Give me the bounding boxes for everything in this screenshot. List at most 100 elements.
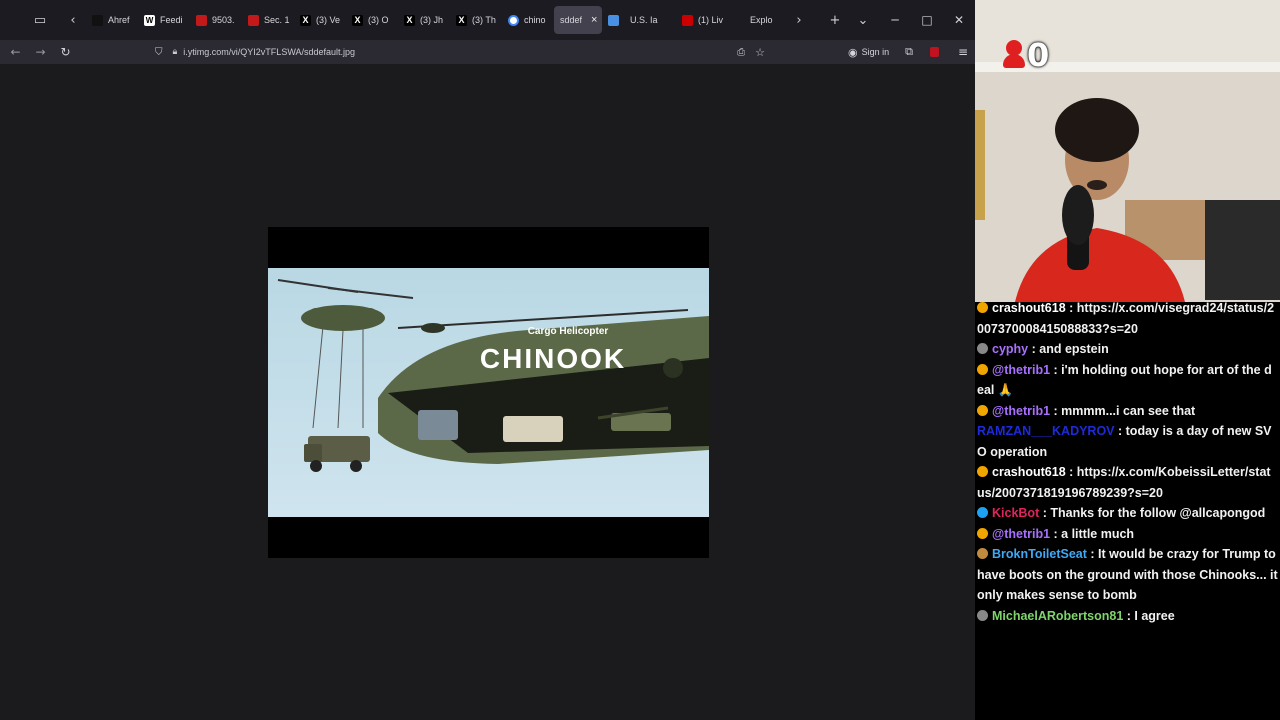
chat-message: @thetrib1 : i'm holding out hope for art…	[977, 360, 1278, 401]
new-tab-button[interactable]: +	[822, 7, 848, 33]
chat-message: crashout618 : https://x.com/KobeissiLett…	[977, 462, 1278, 503]
tab-label: 9503.	[212, 15, 235, 25]
tab-strip: Ahref W Feedi 9503. Sec. 1 X (3) Ve X (3) O X (3) …	[86, 6, 786, 34]
chat-message: MichaelARobertson81 : I agree	[977, 606, 1278, 627]
chat-message: RAMZAN___KADYROV : today is a day of new…	[977, 421, 1278, 462]
tab-label: sddef	[560, 15, 583, 25]
stream-overlay: 0 crashout618 : https://x.com/visegrad24…	[975, 0, 1280, 720]
chat-badge-icon	[977, 507, 988, 518]
chat-separator: :	[1050, 526, 1062, 541]
browser-window: ▭ ‹ Ahref W Feedi 9503. Sec. 1 X (3) Ve X (3) OX…	[0, 0, 975, 720]
chat-username[interactable]: MichaelARobertson81	[992, 609, 1123, 623]
chat-username[interactable]: @thetrib1	[992, 404, 1050, 418]
x-icon: X	[404, 14, 415, 26]
minimize-button[interactable]: ─	[879, 13, 911, 27]
list-tabs-icon[interactable]: ⌄	[850, 7, 876, 33]
blue-square-icon	[608, 14, 619, 26]
chat-badge-icon	[977, 527, 988, 539]
tab-overview-icon[interactable]: ▭	[20, 7, 60, 33]
chat-message: @thetrib1 : mmmm...i can see that	[977, 401, 1278, 422]
close-tab-icon[interactable]: ×	[591, 14, 597, 26]
tab-label: Ahref	[108, 15, 130, 25]
chinook-thumbnail-image[interactable]: Cargo Helicopter CHINOOK	[268, 268, 709, 517]
lock-icon[interactable]: 🔒︎	[173, 47, 178, 57]
browser-tab[interactable]: Sec. 1	[242, 6, 294, 34]
url-bar[interactable]: ⛉ 🔒︎ i.ytimg.com/vi/QYI2vTFLSWA/sddefaul…	[155, 43, 765, 61]
chat-panel: crashout618 : https://x.com/visegrad24/s…	[975, 298, 1280, 720]
ublock-icon[interactable]	[930, 47, 939, 57]
viewer-counter: 0	[1003, 36, 1049, 74]
chat-username[interactable]: crashout618	[992, 465, 1066, 479]
chat-separator: :	[1086, 547, 1099, 561]
cnn-icon	[682, 14, 693, 26]
tab-label: (3) O	[368, 15, 389, 25]
chat-separator: :	[1039, 506, 1051, 520]
image-title: CHINOOK	[480, 343, 626, 374]
chat-badge-icon	[977, 302, 988, 313]
maximize-button[interactable]: □	[911, 13, 943, 27]
chat-username[interactable]: @thetrib1	[992, 527, 1050, 541]
tab-bar: ▭ ‹ Ahref W Feedi 9503. Sec. 1 X (3) Ve X (3) OX…	[0, 0, 975, 40]
tab-label: (3) Jh	[420, 15, 444, 25]
bookmark-star-icon[interactable]: ☆	[755, 46, 765, 59]
browser-tab[interactable]: X (3) Jh	[398, 6, 450, 34]
chat-separator: :	[1114, 424, 1126, 438]
google-icon	[508, 14, 519, 26]
browser-tab[interactable]	[602, 6, 624, 34]
back-icon[interactable]: ←	[3, 45, 28, 59]
chat-text: and epstein	[1039, 342, 1109, 356]
url-text[interactable]: i.ytimg.com/vi/QYI2vTFLSWA/sddefault.jpg	[183, 47, 355, 57]
browser-tab[interactable]: 9503.	[190, 6, 242, 34]
sign-in-label: Sign in	[861, 47, 890, 57]
chat-message: cyphy : and epstein	[977, 339, 1278, 360]
x-icon: X	[352, 14, 363, 26]
scroll-tabs-left-icon[interactable]: ‹	[60, 7, 86, 33]
chat-separator: :	[1065, 465, 1077, 479]
browser-tab[interactable]: Explo	[728, 6, 780, 34]
tab-label: Explo	[750, 15, 773, 25]
browser-tab[interactable]: X (3) Th	[450, 6, 502, 34]
chat-badge-icon	[977, 404, 988, 416]
reload-icon[interactable]: ↻	[53, 45, 78, 59]
viewer-count: 0	[1027, 36, 1050, 74]
tab-label: (1) Liv	[698, 15, 724, 25]
viewer-icon	[1003, 40, 1025, 70]
chat-badge-icon	[977, 343, 988, 354]
account-icon: ◉	[848, 45, 858, 59]
tab-label: Sec. 1	[264, 15, 290, 25]
red-page-icon	[248, 14, 259, 26]
chat-separator: :	[1123, 608, 1135, 623]
tab-label: (3) Th	[472, 15, 496, 25]
forward-icon[interactable]: →	[28, 45, 53, 59]
tiktok-icon	[92, 14, 103, 26]
browser-tab[interactable]: Ahref	[86, 6, 138, 34]
browser-tab[interactable]: sddef ×	[554, 6, 602, 34]
chat-text: I agree	[1134, 608, 1175, 623]
browser-tab[interactable]: W Feedi	[138, 6, 190, 34]
chat-separator: :	[1028, 342, 1040, 356]
scroll-tabs-right-icon[interactable]: ›	[786, 7, 812, 33]
chat-badge-icon	[977, 609, 988, 621]
extensions-icon[interactable]: ⧉	[905, 45, 913, 59]
close-window-button[interactable]: ✕	[943, 13, 975, 27]
page-content: Cargo Helicopter CHINOOK	[0, 64, 975, 720]
tab-label: (3) Ve	[316, 15, 341, 25]
browser-tab[interactable]: U.S. Ia	[624, 6, 676, 34]
sign-in-button[interactable]: ◉ Sign in ⧉ ≡	[848, 42, 968, 62]
chat-separator: :	[1050, 362, 1062, 377]
browser-tab[interactable]: chino	[502, 6, 554, 34]
chat-username[interactable]: @thetrib1	[992, 363, 1050, 377]
browser-tab[interactable]: (1) Liv	[676, 6, 728, 34]
menu-icon[interactable]: ≡	[958, 45, 968, 59]
screenshot-icon[interactable]: ⎙	[737, 47, 745, 58]
chat-username[interactable]: BroknToiletSeat	[992, 547, 1087, 561]
browser-tab[interactable]: X (3) Ve	[294, 6, 346, 34]
tracking-shield-icon[interactable]: ⛉	[155, 47, 163, 58]
chat-username[interactable]: cyphy	[992, 342, 1028, 356]
chat-username[interactable]: KickBot	[992, 506, 1039, 520]
browser-tab[interactable]: X (3) O	[346, 6, 398, 34]
chat-username[interactable]: RAMZAN___KADYROV	[977, 424, 1115, 438]
webcam-feed: 0	[975, 0, 1280, 302]
chat-username[interactable]: crashout618	[992, 301, 1066, 315]
chinook-illustration: Cargo Helicopter CHINOOK	[268, 268, 709, 517]
